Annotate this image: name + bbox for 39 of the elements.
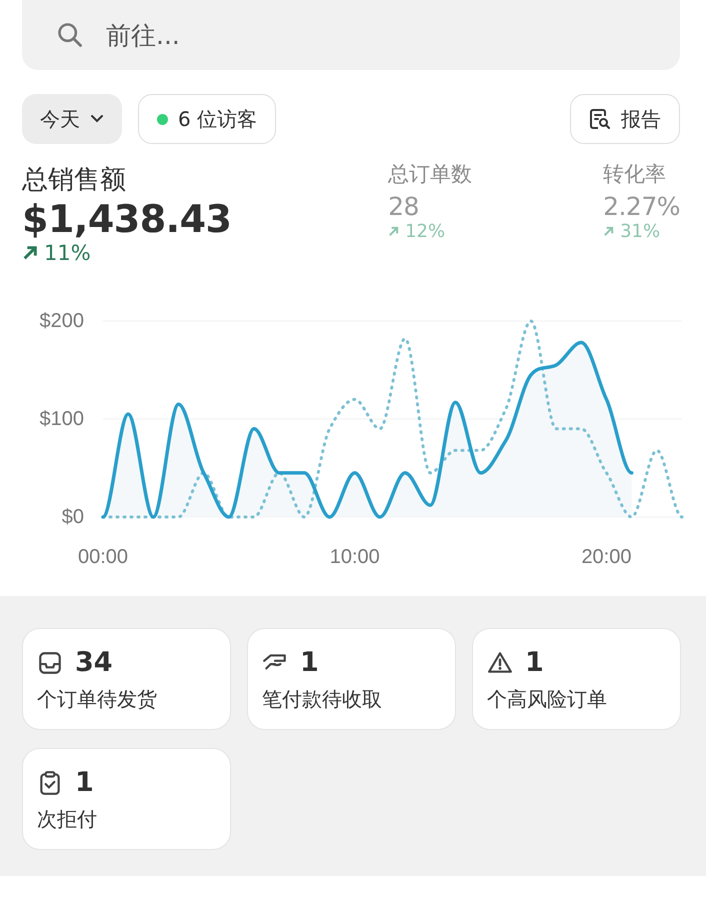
task-card[interactable]: 1 笔付款待收取 [247,628,456,730]
chevron-down-icon [90,114,104,124]
search-icon [56,21,84,49]
metric-label: 转化率 [603,161,668,188]
metric-label: 总订单数 [388,161,474,188]
y-axis-label: $0 [62,506,84,528]
metric-label: 总销售额 [22,164,127,197]
change-percent: 12% [405,221,446,242]
inbox-icon [37,650,63,676]
metric-value: 28 [388,192,420,221]
change-percent: 11% [44,241,91,265]
task-label: 个订单待发货 [37,686,158,713]
visitors-pill[interactable]: 6 位访客 [138,94,276,144]
task-label: 次拒付 [37,806,98,833]
up-arrow-icon [22,245,38,261]
change-percent: 31% [620,221,660,242]
task-label: 个高风险订单 [487,686,608,713]
task-card[interactable]: 1 个高风险订单 [472,628,681,730]
y-axis-label: $200 [40,310,84,332]
task-count: 34 [75,647,113,678]
metric-value: 2.27% [603,192,680,221]
date-dropdown[interactable]: 今天 [22,94,122,144]
x-axis-label: 10:00 [330,546,380,568]
warning-icon [487,650,513,676]
task-card[interactable]: 34 个订单待发货 [22,628,231,730]
task-count: 1 [75,767,94,798]
x-axis-label: 20:00 [581,546,632,568]
y-axis-label: $100 [40,408,84,430]
metric-value: $1,438.43 [22,197,232,241]
up-arrow-icon [603,226,614,237]
task-label: 笔付款待收取 [262,686,383,713]
task-count: 1 [300,647,319,678]
task-card[interactable]: 1 次拒付 [22,748,231,850]
up-arrow-icon [388,226,400,237]
report-search-icon [589,108,611,130]
task-count: 1 [525,647,544,678]
search-field[interactable]: 前往... [22,0,680,70]
report-button[interactable]: 报告 [570,94,680,144]
x-axis-label: 00:00 [78,546,128,568]
